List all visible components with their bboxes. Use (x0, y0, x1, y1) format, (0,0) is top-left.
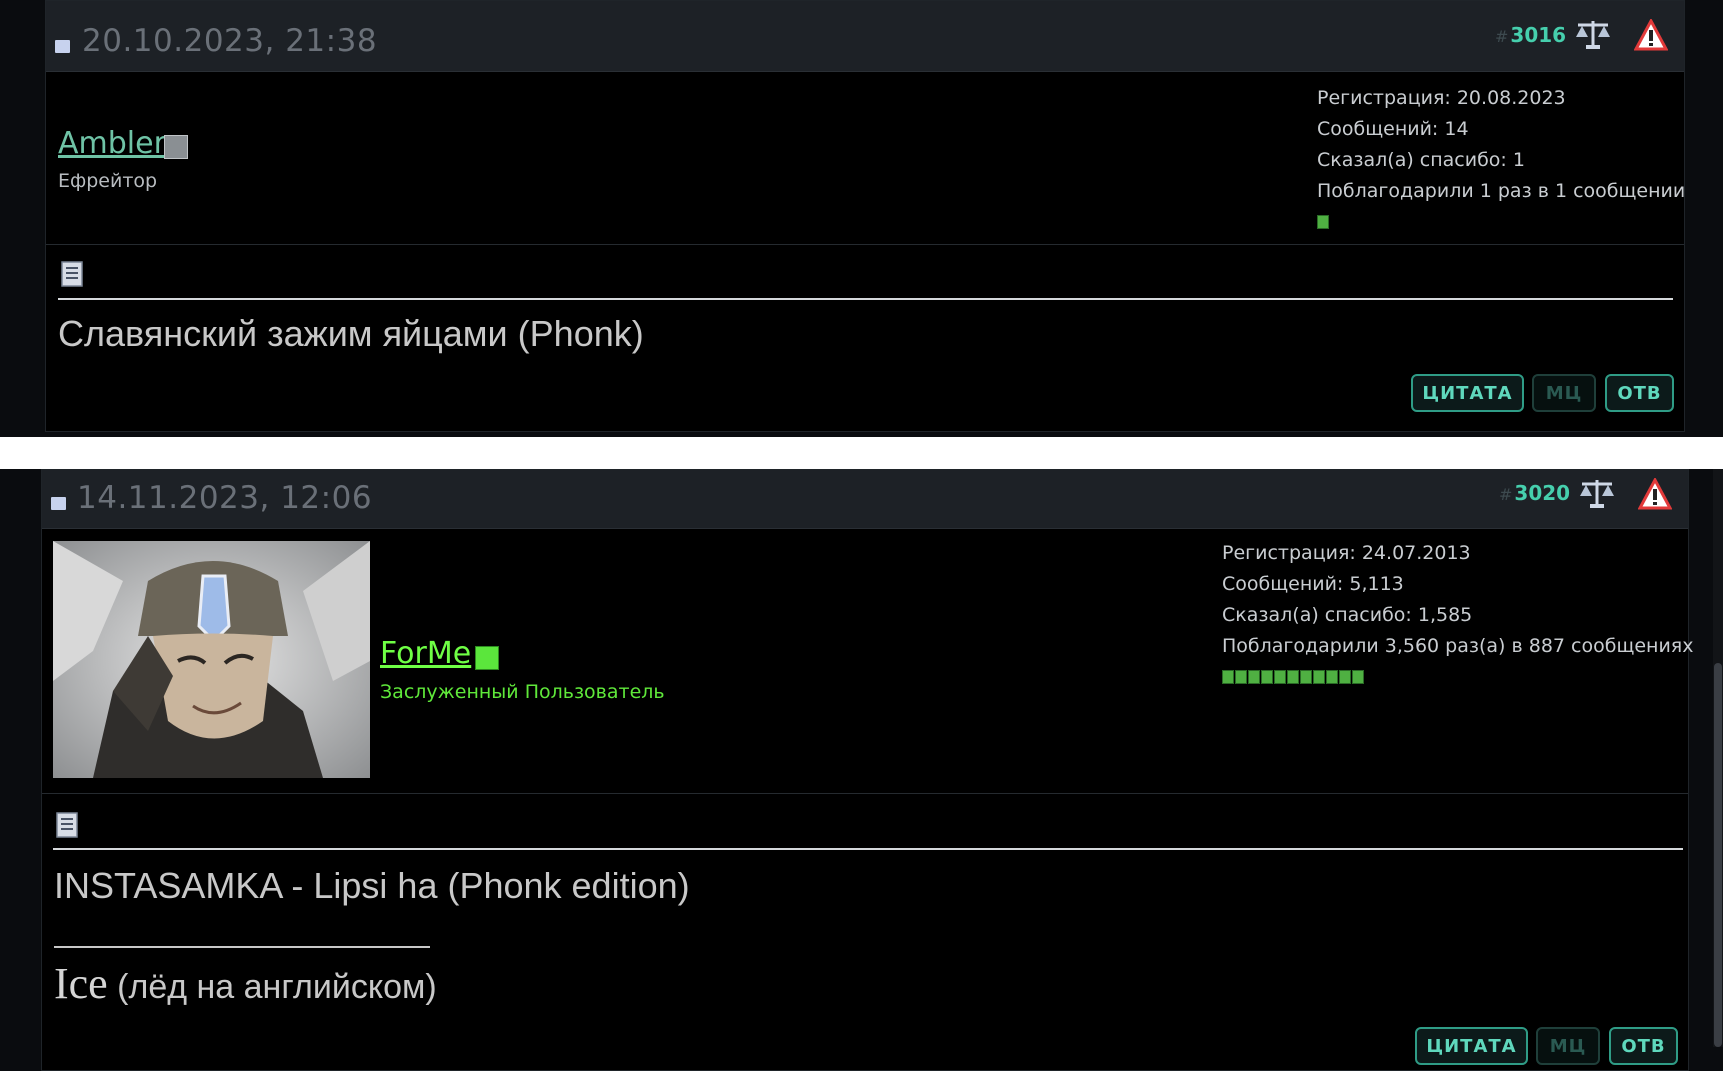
post-icon (51, 497, 66, 510)
reputation-segment (1274, 670, 1286, 684)
post-message: INSTASAMKA - Lipsi ha (Phonk edition) (54, 865, 690, 906)
reply-button[interactable]: ОТВ (1605, 374, 1674, 412)
post-permalink[interactable]: #3016 (1495, 23, 1566, 47)
post-permalink[interactable]: #3020 (1499, 481, 1570, 505)
reputation-bar (1222, 670, 1693, 684)
user-info: ForMe Заслуженный Пользователь Регистрац… (42, 528, 1693, 794)
document-icon (61, 261, 83, 287)
reply-button[interactable]: ОТВ (1609, 1027, 1678, 1065)
user-title: Ефрейтор (58, 170, 158, 192)
user-stats: Регистрация: 24.07.2013 Сообщений: 5,113… (1222, 538, 1693, 684)
signature-small: (лёд на английском) (107, 968, 437, 1006)
stat-thanked: Поблагодарили 1 раз в 1 сообщении (1317, 180, 1686, 202)
reputation-segment (1235, 670, 1247, 684)
post-separator (58, 298, 1673, 300)
post-message: Славянский зажим яйцами (Phonk) (58, 313, 644, 354)
user-stats: Регистрация: 20.08.2023 Сообщений: 14 Ск… (1317, 83, 1685, 229)
reputation-segment (1248, 670, 1260, 684)
signature-big: Ice (54, 959, 108, 1008)
reputation-segment (1287, 670, 1299, 684)
stat-registration: Регистрация: 20.08.2023 (1317, 87, 1566, 109)
post-date: 14.11.2023, 12:06 (77, 480, 373, 516)
post-header: 20.10.2023, 21:38 #3016 (46, 1, 1684, 72)
reputation-segment (1300, 670, 1312, 684)
post-3016: 20.10.2023, 21:38 #3016 Ambler Ефрейтор … (45, 0, 1685, 432)
reputation-segment (1339, 670, 1351, 684)
stat-messages: Сообщений: 5,113 (1222, 573, 1404, 595)
reputation-segment (1326, 670, 1338, 684)
user-avatar[interactable] (53, 541, 370, 778)
stat-said-thanks: Сказал(а) спасибо: 1,585 (1222, 604, 1473, 626)
post-number-hash: # (1499, 485, 1513, 504)
post-icon (55, 40, 70, 53)
stat-said-thanks: Сказал(а) спасибо: 1 (1317, 149, 1525, 171)
reputation-segment (1222, 670, 1234, 684)
document-icon (56, 812, 78, 838)
user-title: Заслуженный Пользователь (380, 681, 665, 703)
multiquote-button[interactable]: МЦ (1536, 1027, 1600, 1065)
quote-button[interactable]: ЦИТАТА (1411, 374, 1524, 412)
multiquote-button[interactable]: МЦ (1532, 374, 1596, 412)
reputation-segment (1317, 215, 1329, 229)
signature-separator (54, 946, 430, 948)
post-separator (53, 848, 1683, 850)
balance-scale-icon[interactable] (1574, 17, 1612, 51)
reputation-segment (1261, 670, 1273, 684)
user-info: Ambler Ефрейтор Регистрация: 20.08.2023 … (46, 71, 1685, 245)
signature: Ice (лёд на английском) (54, 958, 437, 1009)
reputation-segment (1313, 670, 1325, 684)
quote-button[interactable]: ЦИТАТА (1415, 1027, 1528, 1065)
post-header: 14.11.2023, 12:06 #3020 (42, 470, 1688, 529)
username[interactable]: Ambler (58, 126, 166, 161)
warning-icon[interactable] (1634, 19, 1668, 51)
post-3020: 14.11.2023, 12:06 #3020 ForMe Заслуженны… (41, 469, 1693, 1071)
stat-thanked: Поблагодарили 3,560 раз(а) в 887 сообщен… (1222, 635, 1694, 657)
balance-scale-icon[interactable] (1578, 476, 1616, 510)
post-number-hash: # (1495, 27, 1509, 46)
warning-icon[interactable] (1638, 478, 1672, 510)
reputation-segment (1352, 670, 1364, 684)
scrollbar-thumb[interactable] (1714, 663, 1722, 1047)
stat-messages: Сообщений: 14 (1317, 118, 1469, 140)
username[interactable]: ForMe (380, 636, 471, 671)
reputation-bar (1317, 215, 1685, 229)
online-status-icon (475, 646, 499, 670)
stat-registration: Регистрация: 24.07.2013 (1222, 542, 1471, 564)
post-number: 3020 (1514, 481, 1571, 505)
online-status-icon (164, 135, 188, 159)
post-date: 20.10.2023, 21:38 (82, 23, 378, 59)
screenshot-gap (0, 437, 1723, 469)
post-number: 3016 (1510, 23, 1567, 47)
